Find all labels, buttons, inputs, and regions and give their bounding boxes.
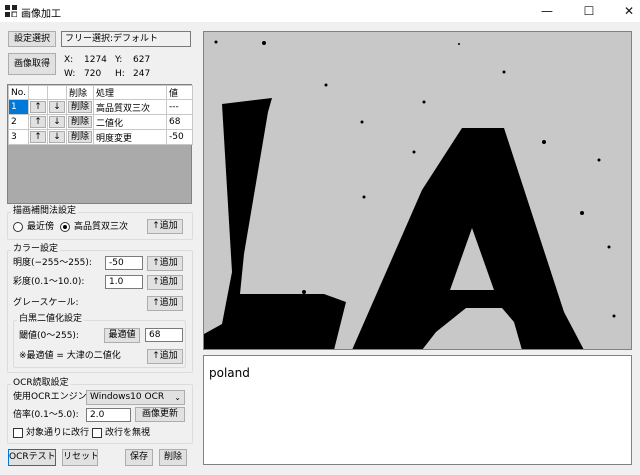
row-no[interactable]: 3 [8,129,29,145]
close-button[interactable]: ✕ [606,0,640,22]
y-value: 627 [133,55,151,65]
ocr-test-button[interactable]: OCRテスト [8,449,56,466]
saturation-input[interactable]: 1.0 [105,275,143,289]
process-grid[interactable]: No. 削除 処理 値 1 ↑ ↓ 削除 高品質双三次 --- 2 ↑ ↓ 削除… [7,84,193,204]
header-value: 値 [166,85,193,100]
saturation-label: 彩度(0.1〜10.0): [13,277,85,287]
grid-header: No. 削除 処理 値 [8,85,193,100]
move-up-button[interactable]: ↑ [30,131,46,143]
y-label: Y: [115,55,123,65]
brightness-label: 明度(−255〜255): [13,258,92,268]
move-down-button[interactable]: ↓ [49,131,65,143]
brightness-input[interactable]: -50 [105,256,143,270]
title-bar: 画像加工 — ☐ ✕ [0,0,640,22]
delete-button[interactable]: 削除 [159,449,187,466]
header-down [47,85,67,100]
w-label: W: [64,69,76,79]
row-value[interactable]: -50 [166,129,193,145]
color-group-title: カラー設定 [11,244,61,255]
row-value[interactable]: 68 [166,114,193,130]
ocr-engine-value: Windows10 OCR [90,392,165,402]
window-title: 画像加工 [21,9,61,20]
ignore-newline-label[interactable]: 改行を無視 [105,428,150,439]
header-process: 処理 [93,85,167,100]
table-row[interactable]: 2 ↑ ↓ 削除 二値化 68 [8,114,193,130]
interp-group-title: 描画補間法設定 [11,206,79,217]
interp-add-button[interactable]: ↑追加 [147,219,183,234]
row-no[interactable]: 1 [8,99,29,115]
wrap-lines-checkbox[interactable] [13,428,23,438]
row-delete-button[interactable]: 削除 [68,131,92,143]
nearest-radio[interactable] [13,222,23,232]
grayscale-add-button[interactable]: ↑追加 [147,296,183,311]
optimal-value-button[interactable]: 最適値 [104,328,140,343]
preview-image [204,32,631,349]
grayscale-label: グレースケール: [13,298,79,308]
ocr-group-title: OCR読取設定 [11,378,71,389]
row-delete-button[interactable]: 削除 [68,116,92,128]
bicubic-label[interactable]: 高品質双三次 [74,222,128,233]
save-button[interactable]: 保存 [125,449,153,466]
h-label: H: [115,69,125,79]
table-row[interactable]: 3 ↑ ↓ 削除 明度変更 -50 [8,129,193,145]
wrap-lines-label[interactable]: 対象通りに改行 [26,428,89,439]
w-value: 720 [84,69,102,79]
row-process[interactable]: 高品質双三次 [93,99,167,115]
saturation-add-button[interactable]: ↑追加 [147,275,183,290]
chevron-down-icon: ⌄ [174,393,181,402]
bicubic-radio[interactable] [60,222,70,232]
binarize-group-title: 白黒二値化設定 [17,314,85,325]
scale-label: 倍率(0.1〜5.0): [13,410,79,420]
header-up [28,85,48,100]
h-value: 247 [133,69,151,79]
move-down-button[interactable]: ↓ [49,116,65,128]
settings-select-button[interactable]: 設定選択 [8,31,56,47]
image-edit-icon [5,5,17,17]
ignore-newline-checkbox[interactable] [92,428,102,438]
ocr-result-text[interactable]: poland [209,366,250,380]
minimize-button[interactable]: — [524,0,570,22]
row-no[interactable]: 2 [8,114,29,130]
move-down-button[interactable]: ↓ [49,101,65,113]
capture-image-button[interactable]: 画像取得 [8,53,56,75]
refresh-image-button[interactable]: 画像更新 [135,407,185,422]
reset-button[interactable]: リセット [62,449,98,466]
row-delete-button[interactable]: 削除 [68,101,92,113]
binarize-add-button[interactable]: ↑追加 [147,349,183,364]
image-preview[interactable] [203,31,632,350]
ocr-result-panel[interactable]: poland [203,355,632,465]
header-no: No. [8,85,29,100]
x-value: 1274 [84,55,107,65]
otsu-note: ※最適値 = 大津の二値化 [19,351,121,361]
nearest-label[interactable]: 最近傍 [27,222,54,233]
move-up-button[interactable]: ↑ [30,116,46,128]
scale-input[interactable]: 2.0 [86,408,131,422]
ocr-engine-select[interactable]: Windows10 OCR ⌄ [86,390,185,405]
move-up-button[interactable]: ↑ [30,101,46,113]
threshold-input[interactable]: 68 [145,328,183,342]
settings-name-field[interactable]: フリー選択:デフォルト [61,31,191,47]
header-delete: 削除 [66,85,94,100]
row-value[interactable]: --- [166,99,193,115]
brightness-add-button[interactable]: ↑追加 [147,256,183,271]
ocr-engine-label: 使用OCRエンジン: [13,392,90,402]
x-label: X: [64,55,74,65]
row-process[interactable]: 二値化 [93,114,167,130]
row-process[interactable]: 明度変更 [93,129,167,145]
threshold-label: 閾値(0〜255): [19,331,79,341]
table-row[interactable]: 1 ↑ ↓ 削除 高品質双三次 --- [8,99,193,115]
